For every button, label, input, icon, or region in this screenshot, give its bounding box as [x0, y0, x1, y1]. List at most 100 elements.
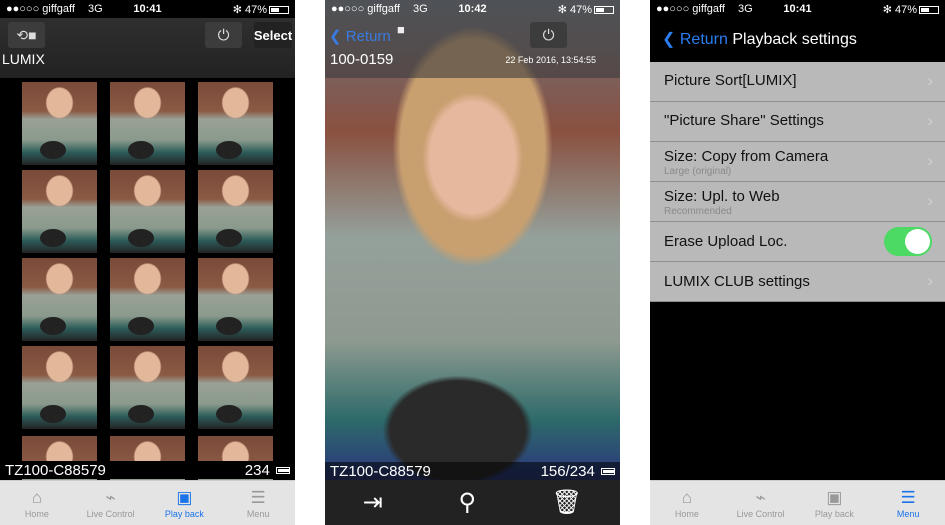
power-off-icon: ⏻ — [217, 26, 230, 44]
select-button[interactable]: Select — [254, 22, 292, 48]
camera-battery-icon — [601, 467, 615, 475]
tab-home[interactable]: ⌂ Home — [0, 481, 74, 525]
status-bar: ●●○○○ giffgaff 3G 10:42 ✻ 47% — [325, 0, 620, 18]
camera-battery-icon — [276, 466, 290, 474]
chevron-right-icon: › — [927, 271, 933, 290]
camera-name: TZ100-C88579 — [330, 462, 431, 480]
setting-label: LUMIX CLUB settings — [664, 273, 810, 290]
return-button[interactable]: ❮ Return — [329, 27, 391, 45]
status-bar: ●●○○○ giffgaff 3G 10:41 ✻ 47% — [650, 0, 945, 18]
thumbnail[interactable] — [22, 346, 97, 429]
thumbnail[interactable] — [110, 258, 185, 341]
tab-live-control[interactable]: ⌁ Live Control — [74, 481, 148, 525]
playback-settings-screen: ●●○○○ giffgaff 3G 10:41 ✻ 47% ❮ Return P… — [650, 0, 945, 525]
bluetooth-icon: ✻ — [232, 3, 245, 16]
remote-icon: ⌁ — [755, 488, 766, 507]
chevron-left-icon: ❮ — [329, 28, 346, 45]
bluetooth-icon: ✻ — [882, 3, 895, 16]
tab-bar: ⌂ Home ⌁ Live Control ▣ Play back ☰ Menu — [0, 480, 295, 525]
thumbnail[interactable] — [22, 82, 97, 165]
thumbnail[interactable] — [110, 82, 185, 165]
picture-count: 234 — [244, 461, 270, 479]
menu-icon: ☰ — [900, 488, 916, 507]
return-button[interactable]: ❮ Return — [662, 31, 728, 48]
tab-bar: ⌂ Home ⌁ Live Control ▣ Play back ☰ Menu — [650, 480, 945, 525]
copy-to-phone-icon[interactable]: ⇥ — [363, 488, 383, 517]
menu-icon: ☰ — [250, 488, 266, 507]
tab-menu[interactable]: ☰ Menu — [871, 481, 945, 525]
camera-name: TZ100-C88579 — [5, 461, 106, 479]
erase-upload-toggle[interactable] — [884, 227, 932, 256]
chevron-right-icon: › — [927, 151, 933, 170]
battery-icon — [269, 5, 289, 14]
battery-icon — [919, 5, 939, 14]
camera-info-bar: TZ100-C88579 234 — [0, 461, 295, 479]
switch-camera-button[interactable]: ⟲■ — [8, 22, 45, 48]
setting-size-copy[interactable]: Size: Copy from Camera Large (original) › — [650, 142, 945, 182]
tab-label: Live Control — [86, 509, 135, 519]
action-bar: ⇥ ⚲ 🗑 — [325, 480, 620, 525]
share-icon[interactable]: ⚲ — [459, 488, 477, 517]
tab-live-control[interactable]: ⌁ Live Control — [724, 481, 798, 525]
battery-percent: 47% — [894, 3, 917, 16]
tab-label: Play back — [164, 509, 204, 519]
tab-label: Home — [24, 509, 49, 519]
setting-label: Size: Upl. to Web — [664, 188, 780, 205]
thumbnail[interactable] — [198, 82, 273, 165]
picture-position: 156/234 — [540, 462, 595, 480]
setting-label: Erase Upload Loc. — [664, 233, 788, 250]
toggle-knob — [905, 229, 930, 254]
tab-label: Live Control — [736, 509, 785, 519]
setting-label: "Picture Share" Settings — [664, 112, 824, 129]
photo[interactable] — [325, 0, 620, 525]
camera-off-button[interactable]: ⏻ — [205, 22, 242, 48]
setting-size-upload[interactable]: Size: Upl. to Web Recommended › — [650, 182, 945, 222]
thumbnail[interactable] — [110, 170, 185, 253]
camera-icon: ■ — [397, 22, 405, 37]
tab-home[interactable]: ⌂ Home — [650, 481, 724, 525]
setting-picture-sort[interactable]: Picture Sort[LUMIX] › — [650, 62, 945, 102]
home-icon: ⌂ — [31, 488, 43, 507]
chevron-right-icon: › — [927, 111, 933, 130]
bluetooth-icon: ✻ — [557, 3, 570, 16]
tab-label: Play back — [814, 509, 854, 519]
playback-grid-screen: ●●○○○ giffgaff 3G 10:41 ✻ 47% ⟲■ ⏻ Selec… — [0, 0, 295, 525]
camera-info-bar: TZ100-C88579 156/234 — [325, 462, 620, 480]
tab-label: Menu — [246, 509, 270, 519]
power-off-icon: ⏻ — [542, 26, 555, 44]
thumbnail[interactable] — [110, 346, 185, 429]
chevron-left-icon: ❮ — [662, 31, 680, 48]
play-icon: ▣ — [176, 488, 193, 507]
setting-label: Picture Sort[LUMIX] — [664, 72, 797, 89]
setting-value: Large (original) — [664, 166, 732, 177]
battery-percent: 47% — [244, 3, 267, 16]
status-bar: ●●○○○ giffgaff 3G 10:41 ✻ 47% — [0, 0, 295, 18]
thumbnail[interactable] — [198, 346, 273, 429]
home-icon: ⌂ — [681, 488, 693, 507]
battery-percent: 47% — [569, 3, 592, 16]
setting-label: Size: Copy from Camera — [664, 148, 829, 165]
thumbnail[interactable] — [198, 258, 273, 341]
return-label: Return — [679, 31, 728, 48]
tab-play-back[interactable]: ▣ Play back — [798, 481, 872, 525]
single-photo-screen: ●●○○○ giffgaff 3G 10:42 ✻ 47% ❮ Return ■… — [325, 0, 620, 525]
setting-picture-share[interactable]: "Picture Share" Settings › — [650, 102, 945, 142]
thumbnail[interactable] — [22, 258, 97, 341]
chevron-right-icon: › — [927, 191, 933, 210]
setting-lumix-club[interactable]: LUMIX CLUB settings › — [650, 262, 945, 302]
remote-icon: ⌁ — [105, 488, 116, 507]
tab-label: Home — [674, 509, 699, 519]
thumbnail[interactable] — [198, 170, 273, 253]
page-title: LUMIX — [2, 51, 45, 67]
setting-value: Recommended — [664, 206, 732, 217]
battery-icon — [594, 5, 614, 14]
tab-menu[interactable]: ☰ Menu — [221, 481, 295, 525]
return-label: Return — [345, 28, 391, 45]
tab-play-back[interactable]: ▣ Play back — [148, 481, 222, 525]
trash-icon[interactable]: 🗑 — [552, 488, 582, 517]
setting-erase-upload: Erase Upload Loc. — [650, 222, 945, 262]
thumbnail[interactable] — [22, 170, 97, 253]
play-icon: ▣ — [826, 488, 843, 507]
camera-off-button[interactable]: ⏻ — [530, 22, 567, 48]
nav-bar: ❮ Return Playback settings — [662, 29, 857, 49]
